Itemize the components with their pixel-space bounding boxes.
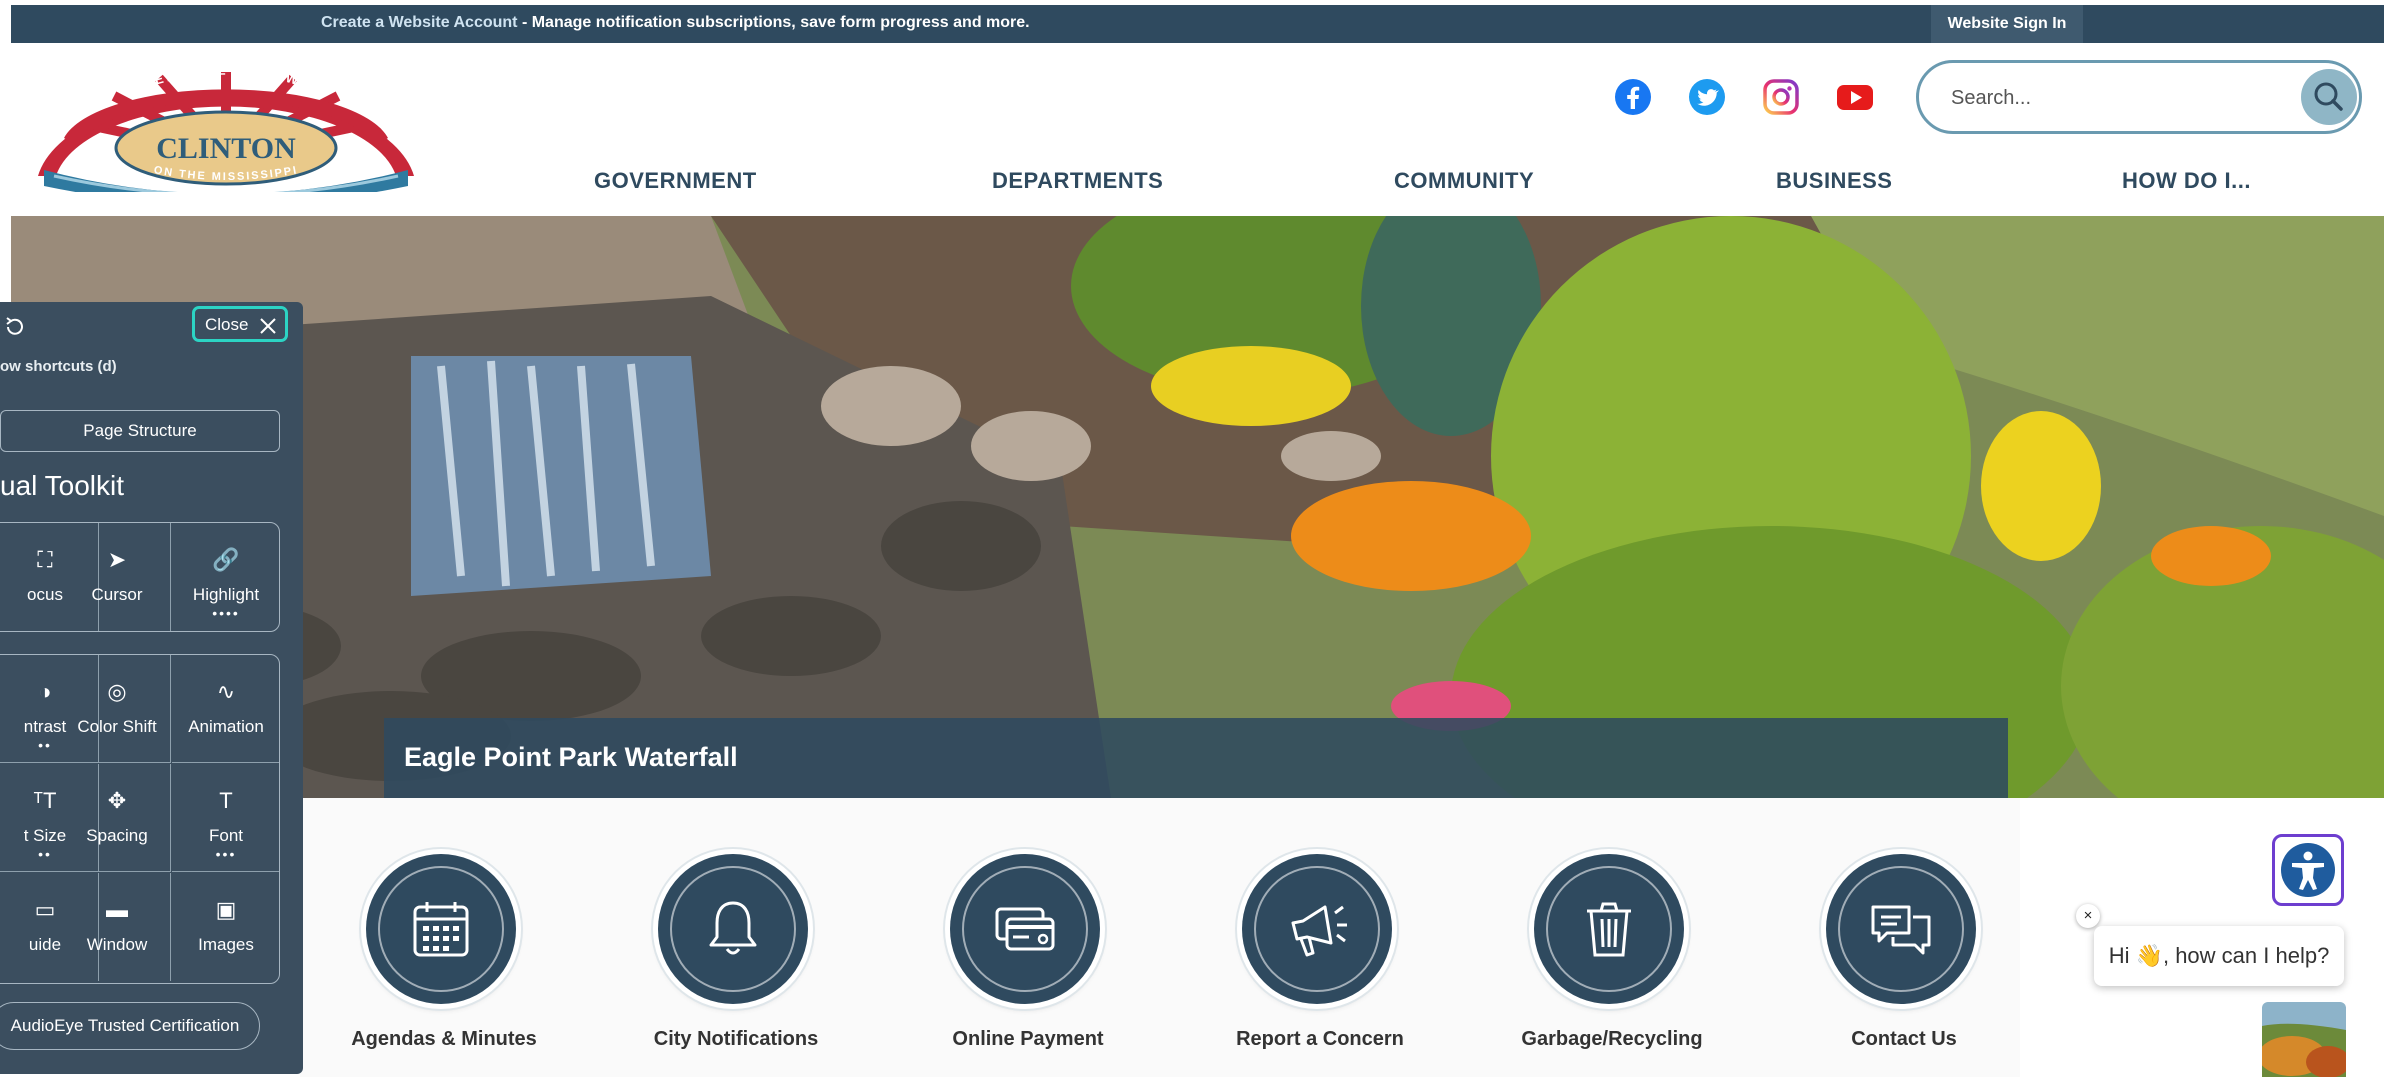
toolkit-title: ual Toolkit [0,470,125,501]
quicklink-circle [366,854,516,1004]
color-shift-icon: ◎ [107,679,127,704]
tool-window[interactable]: ▬ Window [63,873,171,981]
quicklink-circle [950,854,1100,1004]
search-input[interactable] [1949,81,2269,115]
tool-label: Spacing [86,826,148,845]
spacing-icon: ✥ [107,788,127,813]
search-icon [2314,82,2343,111]
website-sign-in-button[interactable]: Website Sign In [1931,5,2083,43]
account-message: Create a Website Account - Manage notifi… [321,14,1030,32]
tool-label: Font [208,826,244,845]
tool-label: Animation [188,717,264,736]
tool-label: Window [86,935,148,954]
youtube-icon[interactable] [1836,78,1874,116]
tool-label: Highlight [192,585,260,604]
quicklink-label: City Notifications [653,1028,819,1050]
clinton-logo[interactable]: WELCOME TO IOWA CLINTON ON THE MISSISSIP… [24,68,428,192]
tool-font[interactable]: T Font ••• [172,764,279,872]
quicklink-label: Report a Concern [1236,1028,1404,1050]
accessibility-button[interactable] [2272,834,2344,906]
nav-business[interactable]: BUSINESS [1776,168,1892,194]
quick-links: Agendas & Minutes City Notifications Onl… [300,798,2020,1077]
top-account-bar: Create a Website Account - Manage notifi… [11,5,2384,43]
tool-label: Color Shift [77,717,157,736]
chat-greeting-bubble[interactable]: Hi 👋, how can I help? [2094,926,2344,986]
search-box [1916,60,2362,134]
search-button[interactable] [2301,69,2357,125]
account-message-text: - Manage notification subscriptions, sav… [517,14,1030,31]
quicklink-label: Agendas & Minutes [351,1028,537,1050]
audioeye-certification-button[interactable]: AudioEye Trusted Certification [0,1002,260,1050]
tool-label: Images [198,935,254,954]
quicklink-circle [1242,854,1392,1004]
quicklink-online-payment[interactable]: Online Payment [888,840,1168,1060]
tool-animation[interactable]: ∿ Animation [172,655,279,763]
tool-level-dots: ••• [215,846,237,862]
toolkit-group-visual: ◑ ntrast •• ◎ Color Shift ∿ Animation ᵀT… [0,654,280,984]
reset-icon[interactable] [4,316,26,338]
tool-highlight[interactable]: 🔗 Highlight •••• [172,523,279,631]
nav-government[interactable]: GOVERNMENT [594,168,757,194]
hero-waterfall-image [11,216,2384,798]
tool-images[interactable]: ▣ Images [172,873,279,981]
instagram-icon[interactable] [1762,78,1800,116]
quicklink-circle [1534,854,1684,1004]
create-account-link[interactable]: Create a Website Account [321,14,518,31]
chat-icon [1871,905,1931,955]
tool-cursor[interactable]: ➤ Cursor [63,523,171,631]
font-icon: T [219,788,233,813]
logo-name: CLINTON [156,132,296,165]
trash-icon [1587,902,1631,957]
quicklink-city-notifications[interactable]: City Notifications [596,840,876,1060]
nav-how-do-i[interactable]: HOW DO I... [2122,168,2251,194]
quicklink-label: Garbage/Recycling [1521,1028,1703,1050]
tool-spacing[interactable]: ✥ Spacing [63,764,171,872]
page-structure-button[interactable]: Page Structure [0,410,280,452]
image-icon: ▣ [215,897,237,922]
panel-close-button[interactable]: Close [192,306,288,342]
animation-icon: ∿ [216,679,236,704]
panel-close-label: Close [205,315,249,334]
megaphone-icon [1291,905,1347,957]
toolkit-group-navigation: ⛶ ocus ➤ Cursor 🔗 Highlight •••• [0,522,280,632]
hero-caption[interactable]: Eagle Point Park Waterfall [384,718,2008,798]
quicklink-agendas-minutes[interactable]: Agendas & Minutes [304,840,584,1060]
cursor-icon: ➤ [107,547,127,572]
link-icon: 🔗 [212,547,240,572]
chat-avatar-thumbnail[interactable] [2262,1002,2346,1077]
hero-caption-text: Eagle Point Park Waterfall [404,742,738,772]
credit-card-icon [995,907,1055,951]
tool-label: Cursor [91,585,143,604]
calendar-icon [413,902,469,957]
twitter-icon[interactable] [1688,78,1726,116]
show-shortcuts-toggle[interactable]: ow shortcuts (d) [0,358,117,375]
quicklink-label: Contact Us [1851,1028,1957,1050]
quicklink-circle [1826,854,1976,1004]
quicklink-label: Online Payment [952,1028,1104,1050]
accessibility-toolkit-panel: Close ow shortcuts (d) Page Structure ua… [0,302,303,1074]
quicklink-contact-us[interactable]: Contact Us [1764,840,2044,1060]
nav-departments[interactable]: DEPARTMENTS [992,168,1163,194]
autumn-landscape-image [2262,1002,2346,1077]
close-icon [260,318,276,334]
quicklink-garbage-recycling[interactable]: Garbage/Recycling [1472,840,1752,1060]
accessibility-icon [2281,843,2335,897]
chat-close-button[interactable]: × [2076,904,2100,928]
tool-level-dots: •••• [212,605,240,621]
nav-community[interactable]: COMMUNITY [1394,168,1534,194]
window-icon: ▬ [106,897,128,922]
hero-banner: Eagle Point Park Waterfall [11,216,2384,798]
quicklink-circle [658,854,808,1004]
facebook-icon[interactable] [1614,78,1652,116]
bell-icon [709,901,757,955]
quicklink-report-concern[interactable]: Report a Concern [1180,840,1460,1060]
tool-color-shift[interactable]: ◎ Color Shift [63,655,171,763]
